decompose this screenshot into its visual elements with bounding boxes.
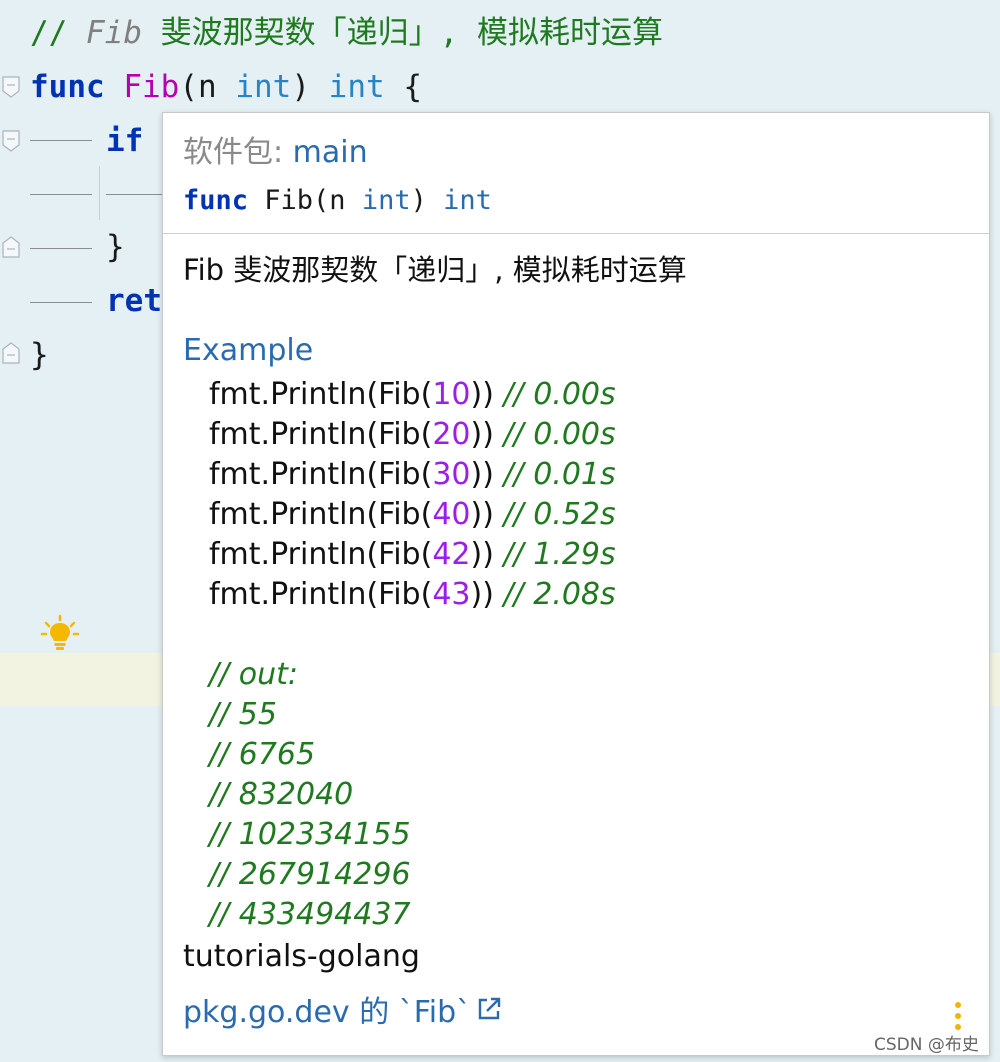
code-line-return[interactable]: ret [106, 276, 162, 326]
example-post: )) [470, 417, 504, 452]
editor-gutter [0, 0, 24, 1062]
output-comment-line: // 433494437 [209, 897, 411, 932]
example-pre: fmt.Println(Fib( [209, 457, 433, 492]
fold-end-icon[interactable] [2, 342, 20, 364]
example-post: )) [470, 377, 504, 412]
example-pre: fmt.Println(Fib( [209, 577, 433, 612]
indent-guide [99, 166, 100, 220]
divider [163, 233, 989, 234]
function-signature: func Fib(n int) int [183, 185, 492, 216]
fold-collapse-icon[interactable] [2, 76, 20, 98]
example-line: fmt.Println(Fib(30)) // 0.01s [209, 455, 616, 495]
example-post: )) [470, 457, 504, 492]
example-line: fmt.Println(Fib(42)) // 1.29s [209, 535, 616, 575]
output-comment-line: // 832040 [209, 777, 354, 812]
indent-guide [30, 194, 92, 195]
example-comment: // 1.29s [503, 537, 616, 572]
example-pre: fmt.Println(Fib( [209, 497, 433, 532]
package-line: 软件包: main [183, 135, 368, 170]
more-options-icon[interactable] [953, 1001, 963, 1031]
example-line: fmt.Println(Fib(10)) // 0.00s [209, 375, 616, 415]
example-line: fmt.Println(Fib(40)) // 0.52s [209, 495, 616, 535]
code-line-if[interactable]: if [106, 116, 143, 166]
example-num: 40 [432, 497, 471, 532]
code-line-close-func[interactable]: } [30, 330, 49, 380]
code-line-close-if[interactable]: } [106, 222, 125, 272]
indent-guide [106, 194, 162, 195]
example-post: )) [470, 497, 504, 532]
example-pre: fmt.Println(Fib( [209, 377, 433, 412]
example-num: 43 [432, 577, 471, 612]
example-num: 42 [432, 537, 471, 572]
example-comment: // 0.00s [503, 377, 616, 412]
example-pre: fmt.Println(Fib( [209, 537, 433, 572]
external-link-icon[interactable] [475, 995, 503, 1023]
example-comment: // 0.52s [503, 497, 616, 532]
indent-guide [30, 248, 92, 249]
indent-guide [30, 302, 92, 303]
example-num: 10 [432, 377, 471, 412]
example-num: 30 [432, 457, 471, 492]
fold-collapse-icon[interactable] [2, 130, 20, 152]
output-comment-line: // 102334155 [209, 817, 411, 852]
example-post: )) [470, 537, 504, 572]
indent-guide [30, 140, 92, 141]
link-text[interactable]: pkg.go.dev 的 `Fib` [183, 987, 471, 1031]
code-line-func-decl[interactable]: func Fib(n int) int { [30, 62, 422, 112]
example-num: 20 [432, 417, 471, 452]
example-pre: fmt.Println(Fib( [209, 417, 433, 452]
code-line-comment[interactable]: // Fib 斐波那契数「递归」, 模拟耗时运算 [30, 8, 663, 58]
example-comment: // 0.00s [503, 417, 616, 452]
example-comment: // 0.01s [503, 457, 616, 492]
documentation-popup: 软件包: main func Fib(n int) int Fib 斐波那契数「… [162, 112, 990, 1056]
lightbulb-icon[interactable] [40, 614, 80, 654]
output-comment-line: // 6765 [209, 737, 316, 772]
output-comment-line: // 55 [209, 697, 277, 732]
pkg-go-dev-link[interactable]: pkg.go.dev 的 `Fib` [183, 987, 503, 1031]
doc-description: Fib 斐波那契数「递归」, 模拟耗时运算 [183, 253, 687, 287]
example-heading: Example [183, 333, 314, 368]
output-comment-line: // 267914296 [209, 857, 411, 892]
example-post: )) [470, 577, 504, 612]
example-comment: // 2.08s [503, 577, 616, 612]
example-line: fmt.Println(Fib(43)) // 2.08s [209, 575, 616, 615]
fold-end-icon[interactable] [2, 236, 20, 258]
example-line: fmt.Println(Fib(20)) // 0.00s [209, 415, 616, 455]
watermark: CSDN @布史 [874, 1035, 979, 1055]
output-comment-line: // out: [209, 657, 298, 692]
repo-name: tutorials-golang [183, 939, 420, 974]
